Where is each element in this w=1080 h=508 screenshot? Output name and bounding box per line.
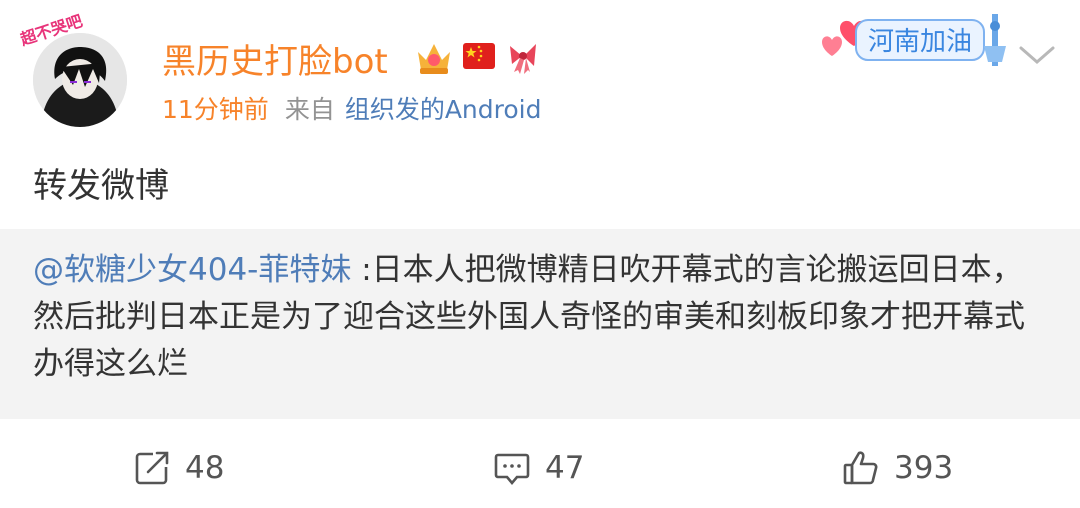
post-meta: 11分钟前 来自 组织发的Android (162, 90, 541, 126)
comment-icon (494, 453, 530, 486)
like-icon (843, 451, 878, 485)
post-source[interactable]: 组织发的Android (345, 95, 542, 124)
crown-vip-icon[interactable] (414, 38, 454, 76)
comment-button[interactable]: 47 (493, 448, 584, 488)
henan-decoration: 河南加油 (822, 14, 1006, 66)
decor-text: 河南加油 (868, 27, 972, 57)
china-flag-icon (463, 43, 495, 69)
repost-icon (135, 451, 169, 485)
repost-count: 48 (185, 450, 225, 486)
chevron-down-icon[interactable] (1018, 44, 1056, 66)
comment-count: 47 (545, 450, 585, 486)
from-label: 来自 (284, 95, 335, 124)
post-time: 11分钟前 (162, 95, 269, 124)
repost-button[interactable]: 48 (133, 448, 224, 488)
action-bar: 48 47 393 (0, 420, 1080, 508)
ribbon-icon (510, 44, 536, 74)
username[interactable]: 黑历史打脸bot (162, 34, 388, 83)
repost-mention[interactable]: @软糖少女404-菲特妹 (33, 252, 351, 288)
repost-text: @软糖少女404-菲特妹 :日本人把微博精日吹开幕式的言论搬运回日本，然后批判日… (33, 247, 1053, 388)
post-content: 转发微博 (33, 166, 169, 206)
like-count: 393 (894, 450, 954, 486)
like-button[interactable]: 393 (842, 448, 953, 488)
repost-card[interactable]: @软糖少女404-菲特妹 :日本人把微博精日吹开幕式的言论搬运回日本，然后批判日… (0, 229, 1080, 419)
